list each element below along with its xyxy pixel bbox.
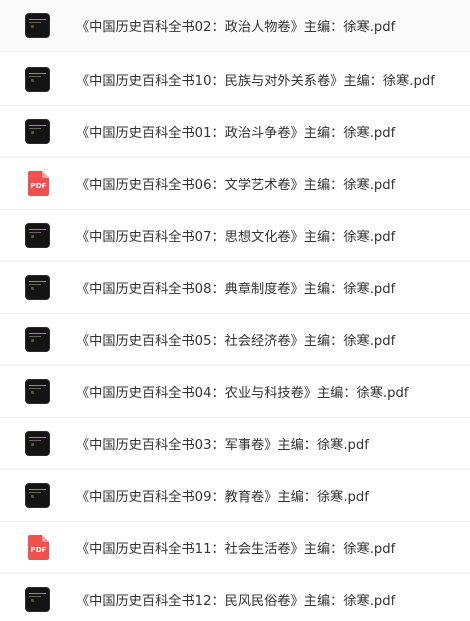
file-row[interactable]: 《中国历史百科全书09：教育卷》主编：徐寒.pdf xyxy=(0,470,470,522)
book-thumbnail-icon xyxy=(25,223,50,248)
file-name: 《中国历史百科全书11：社会生活卷》主编：徐寒.pdf xyxy=(76,542,396,557)
file-row[interactable]: 《中国历史百科全书05：社会经济卷》主编：徐寒.pdf xyxy=(0,314,470,366)
file-name: 《中国历史百科全书02：政治人物卷》主编：徐寒.pdf xyxy=(76,20,396,35)
pdf-file-icon: PDF xyxy=(25,535,50,560)
book-thumbnail-icon xyxy=(25,13,50,38)
file-row[interactable]: 《中国历史百科全书03：军事卷》主编：徐寒.pdf xyxy=(0,418,470,470)
book-thumbnail-icon xyxy=(25,67,50,92)
book-thumbnail-icon xyxy=(25,275,50,300)
file-list: 《中国历史百科全书02：政治人物卷》主编：徐寒.pdf 《中国历史百科全书10：民… xyxy=(0,0,470,621)
file-name: 《中国历史百科全书03：军事卷》主编：徐寒.pdf xyxy=(76,438,369,453)
file-row[interactable]: 《中国历史百科全书12：民风民俗卷》主编：徐寒.pdf xyxy=(0,574,470,621)
file-row[interactable]: 《中国历史百科全书10：民族与对外关系卷》主编：徐寒.pdf xyxy=(0,54,470,106)
file-name: 《中国历史百科全书05：社会经济卷》主编：徐寒.pdf xyxy=(76,334,396,349)
file-row[interactable]: 《中国历史百科全书04：农业与科技卷》主编：徐寒.pdf xyxy=(0,366,470,418)
file-row[interactable]: 《中国历史百科全书01：政治斗争卷》主编：徐寒.pdf xyxy=(0,106,470,158)
file-name: 《中国历史百科全书01：政治斗争卷》主编：徐寒.pdf xyxy=(76,126,396,141)
file-row[interactable]: 《中国历史百科全书07：思想文化卷》主编：徐寒.pdf xyxy=(0,210,470,262)
file-name: 《中国历史百科全书09：教育卷》主编：徐寒.pdf xyxy=(76,490,369,505)
file-name: 《中国历史百科全书07：思想文化卷》主编：徐寒.pdf xyxy=(76,230,396,245)
file-row[interactable]: 《中国历史百科全书02：政治人物卷》主编：徐寒.pdf xyxy=(0,0,470,52)
book-thumbnail-icon xyxy=(25,483,50,508)
book-thumbnail-icon xyxy=(25,587,50,612)
book-thumbnail-icon xyxy=(25,327,50,352)
book-thumbnail-icon xyxy=(25,119,50,144)
file-name: 《中国历史百科全书04：农业与科技卷》主编：徐寒.pdf xyxy=(76,386,409,401)
pdf-file-icon: PDF xyxy=(25,171,50,196)
file-row[interactable]: 《中国历史百科全书08：典章制度卷》主编：徐寒.pdf xyxy=(0,262,470,314)
book-thumbnail-icon xyxy=(25,379,50,404)
file-row[interactable]: PDF 《中国历史百科全书06：文学艺术卷》主编：徐寒.pdf xyxy=(0,158,470,210)
pdf-badge-label: PDF xyxy=(30,545,46,554)
file-name: 《中国历史百科全书12：民风民俗卷》主编：徐寒.pdf xyxy=(76,594,396,609)
file-name: 《中国历史百科全书08：典章制度卷》主编：徐寒.pdf xyxy=(76,282,396,297)
pdf-badge-label: PDF xyxy=(30,181,46,190)
book-thumbnail-icon xyxy=(25,431,50,456)
file-name: 《中国历史百科全书10：民族与对外关系卷》主编：徐寒.pdf xyxy=(76,74,435,89)
file-row[interactable]: PDF 《中国历史百科全书11：社会生活卷》主编：徐寒.pdf xyxy=(0,522,470,574)
file-name: 《中国历史百科全书06：文学艺术卷》主编：徐寒.pdf xyxy=(76,178,396,193)
